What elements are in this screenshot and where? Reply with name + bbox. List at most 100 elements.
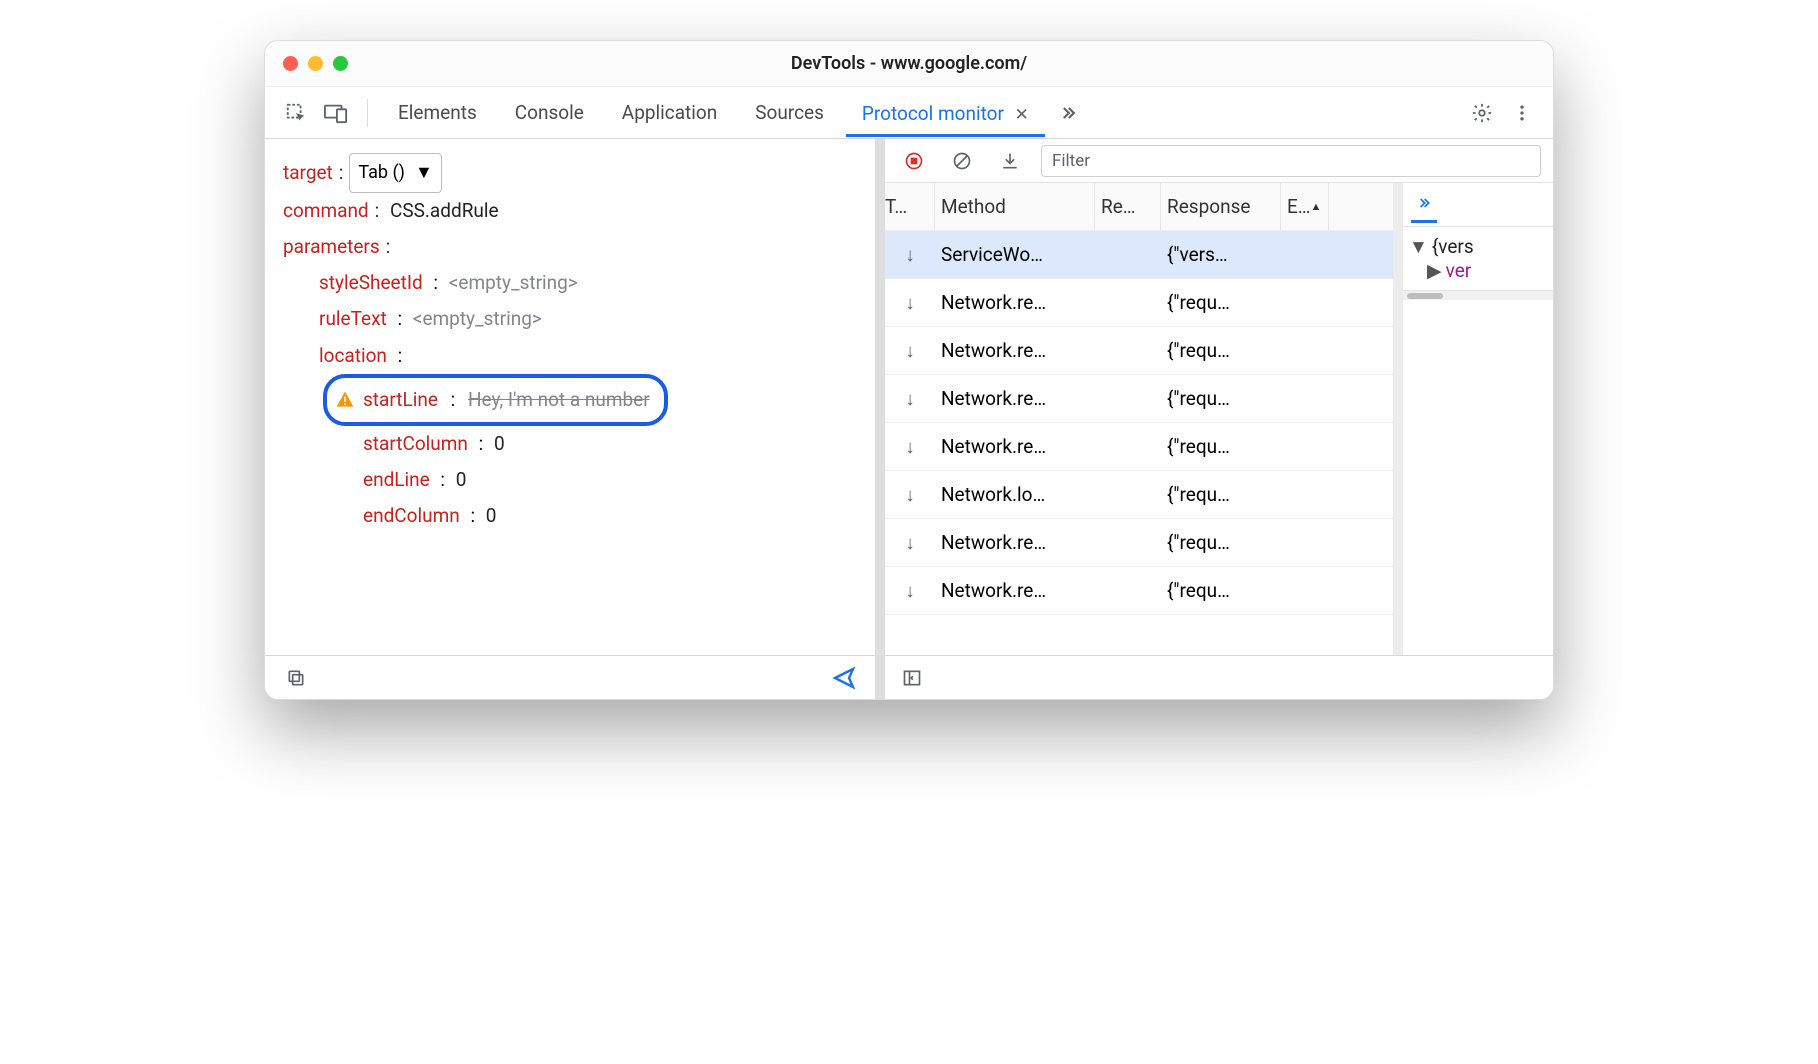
more-tabs-icon[interactable]: [1411, 187, 1437, 223]
zoom-window-button[interactable]: [333, 56, 348, 71]
tree-root[interactable]: ▼{vers: [1409, 235, 1547, 259]
command-editor-pane: target: Tab () ▼ command: CSS.addRule pa…: [265, 139, 885, 699]
startline-error-highlight: startLine : Hey, I'm not a number: [323, 374, 668, 426]
table-row[interactable]: ↓ Network.re… {"requ…: [885, 375, 1393, 423]
param-startline-key: startLine: [363, 382, 438, 418]
inspect-icon[interactable]: [279, 96, 313, 130]
copy-icon[interactable]: [279, 661, 313, 695]
tab-sources[interactable]: Sources: [739, 89, 840, 136]
cell-method: ServiceWo…: [935, 243, 1095, 266]
close-window-button[interactable]: [283, 56, 298, 71]
tab-console[interactable]: Console: [499, 89, 600, 136]
cell-method: Network.re…: [935, 435, 1095, 458]
direction-icon: ↓: [885, 243, 935, 267]
tree-child[interactable]: ▶ver: [1409, 259, 1547, 282]
direction-icon: ↓: [885, 579, 935, 603]
log-panes: T… Method Re… Response E…▲ ↓ ServiceWo… …: [885, 183, 1553, 655]
cell-response: {"requ…: [1161, 339, 1281, 362]
record-button[interactable]: [897, 144, 931, 178]
cell-method: Network.lo…: [935, 483, 1095, 506]
direction-icon: ↓: [885, 483, 935, 507]
settings-icon[interactable]: [1465, 96, 1499, 130]
cell-method: Network.re…: [935, 387, 1095, 410]
param-endcolumn-key: endColumn: [363, 498, 460, 534]
clear-button[interactable]: [945, 144, 979, 178]
target-value: Tab (): [358, 156, 405, 190]
right-footer: [885, 655, 1553, 699]
col-method[interactable]: Method: [935, 183, 1095, 230]
col-request[interactable]: Re…: [1095, 183, 1161, 230]
param-stylesheetid-key: styleSheetId: [319, 265, 423, 301]
cell-response: {"requ…: [1161, 435, 1281, 458]
target-label: target: [283, 155, 333, 191]
command-value[interactable]: CSS.addRule: [390, 193, 499, 229]
target-select[interactable]: Tab () ▼: [349, 153, 441, 193]
chevron-down-icon: ▼: [415, 156, 433, 190]
divider: [367, 99, 368, 127]
details-tabs: [1403, 183, 1553, 227]
filter-input[interactable]: Filter: [1041, 145, 1541, 177]
tree-body: ▼{vers ▶ver: [1403, 227, 1553, 290]
content-area: target: Tab () ▼ command: CSS.addRule pa…: [265, 139, 1553, 699]
table-row[interactable]: ↓ ServiceWo… {"vers…: [885, 231, 1393, 279]
filter-placeholder: Filter: [1052, 151, 1090, 171]
tab-application[interactable]: Application: [606, 89, 733, 136]
device-toggle-icon[interactable]: [319, 96, 353, 130]
table-row[interactable]: ↓ Network.re… {"requ…: [885, 423, 1393, 471]
table-row[interactable]: ↓ Network.re… {"requ…: [885, 279, 1393, 327]
devtools-window: DevTools - www.google.com/ Elements Cons…: [264, 40, 1554, 700]
tab-elements[interactable]: Elements: [382, 89, 493, 136]
cell-response: {"requ…: [1161, 291, 1281, 314]
close-tab-icon[interactable]: ✕: [1015, 105, 1029, 125]
table-row[interactable]: ↓ Network.re… {"requ…: [885, 567, 1393, 615]
expand-icon[interactable]: ▶: [1427, 259, 1442, 282]
cell-method: Network.re…: [935, 291, 1095, 314]
tab-protocol-monitor[interactable]: Protocol monitor ✕: [846, 90, 1045, 137]
editor-footer: [265, 655, 875, 699]
scrollbar[interactable]: [1403, 290, 1553, 300]
param-location-key: location: [319, 338, 387, 374]
more-tabs-icon[interactable]: [1051, 96, 1085, 130]
tab-label: Protocol monitor: [862, 102, 1004, 125]
toggle-drawer-icon[interactable]: [895, 661, 929, 695]
cell-response: {"vers…: [1161, 243, 1281, 266]
traffic-lights: [283, 56, 348, 71]
param-stylesheetid-value[interactable]: <empty_string>: [449, 265, 578, 301]
param-ruletext-value[interactable]: <empty_string>: [413, 301, 542, 337]
main-tabbar: Elements Console Application Sources Pro…: [265, 87, 1553, 139]
window-title: DevTools - www.google.com/: [265, 53, 1553, 74]
log-grid: T… Method Re… Response E…▲ ↓ ServiceWo… …: [885, 183, 1393, 655]
param-startline-value[interactable]: Hey, I'm not a number: [468, 382, 650, 418]
param-startcolumn-key: startColumn: [363, 426, 468, 462]
col-type[interactable]: T…: [885, 183, 935, 230]
direction-icon: ↓: [885, 531, 935, 555]
titlebar: DevTools - www.google.com/: [265, 41, 1553, 87]
minimize-window-button[interactable]: [308, 56, 323, 71]
download-button[interactable]: [993, 144, 1027, 178]
param-ruletext-key: ruleText: [319, 301, 387, 337]
table-row[interactable]: ↓ Network.re… {"requ…: [885, 327, 1393, 375]
col-response[interactable]: Response: [1161, 183, 1281, 230]
direction-icon: ↓: [885, 339, 935, 363]
cell-method: Network.re…: [935, 531, 1095, 554]
kebab-menu-icon[interactable]: [1505, 96, 1539, 130]
cell-response: {"requ…: [1161, 531, 1281, 554]
param-endline-value[interactable]: 0: [456, 462, 467, 498]
command-label: command: [283, 193, 369, 229]
col-elapsed[interactable]: E…▲: [1281, 183, 1329, 230]
collapse-icon[interactable]: ▼: [1409, 235, 1428, 258]
direction-icon: ↓: [885, 291, 935, 315]
table-row[interactable]: ↓ Network.re… {"requ…: [885, 519, 1393, 567]
direction-icon: ↓: [885, 387, 935, 411]
cell-response: {"requ…: [1161, 579, 1281, 602]
command-editor: target: Tab () ▼ command: CSS.addRule pa…: [265, 139, 875, 655]
cell-method: Network.re…: [935, 339, 1095, 362]
cell-response: {"requ…: [1161, 483, 1281, 506]
send-button[interactable]: [827, 661, 861, 695]
param-endcolumn-value[interactable]: 0: [486, 498, 497, 534]
log-toolbar: Filter: [885, 139, 1553, 183]
table-row[interactable]: ↓ Network.lo… {"requ…: [885, 471, 1393, 519]
param-startcolumn-value[interactable]: 0: [494, 426, 505, 462]
direction-icon: ↓: [885, 435, 935, 459]
warning-icon: [335, 390, 355, 410]
